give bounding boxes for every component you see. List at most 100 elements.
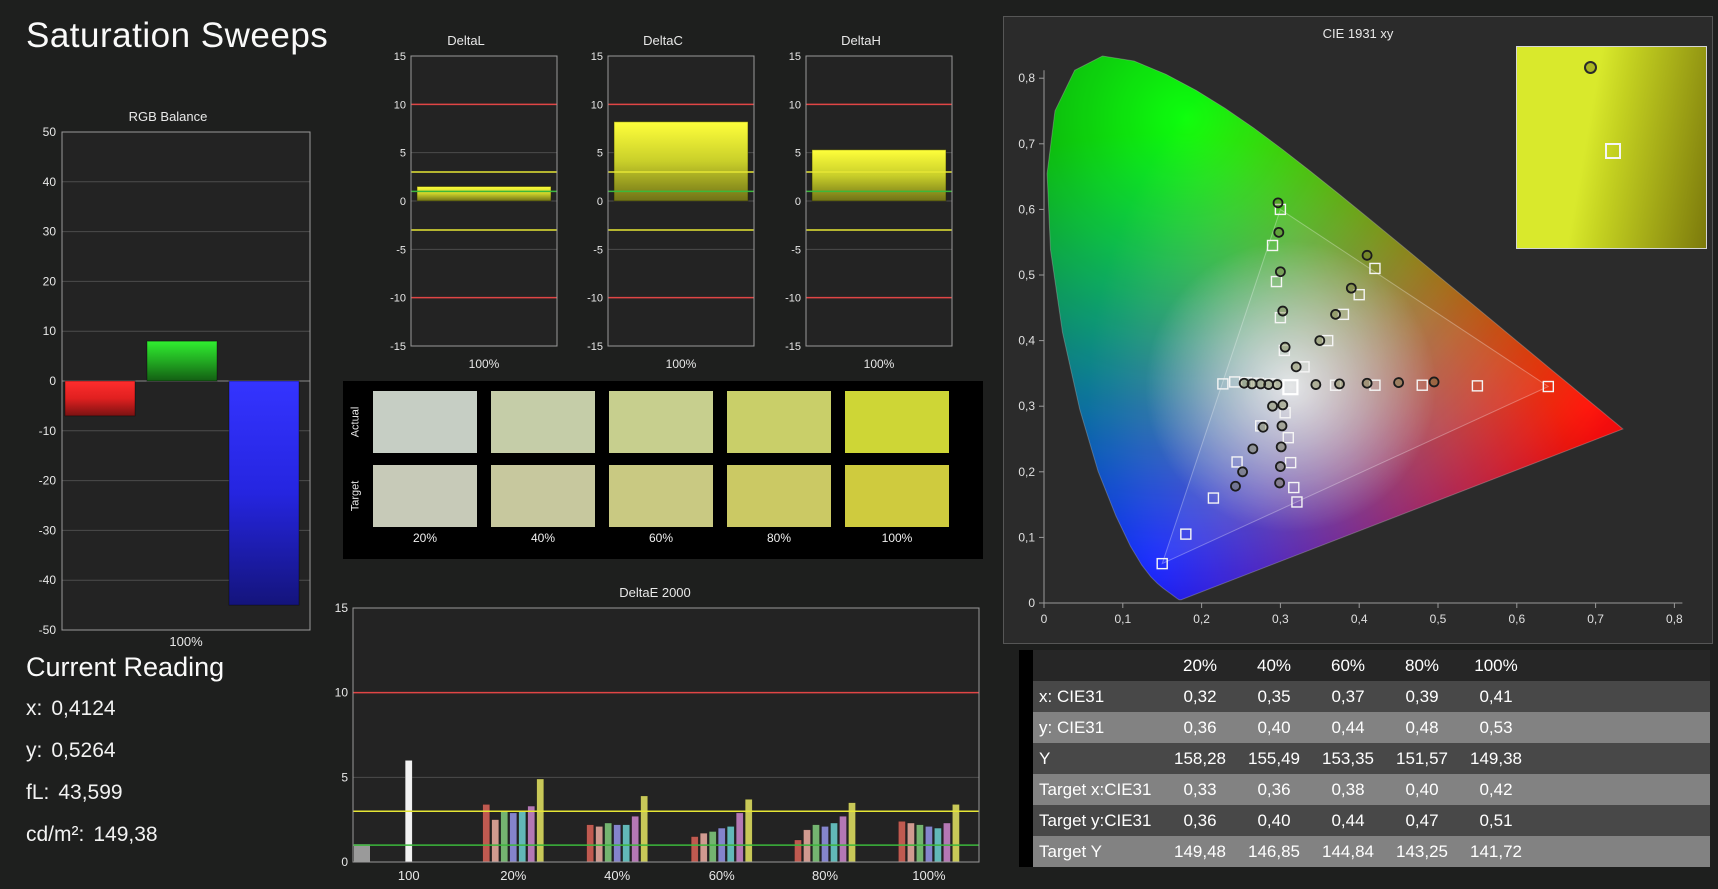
- svg-text:0,3: 0,3: [1272, 612, 1289, 626]
- measured-point: [1275, 441, 1287, 453]
- deltae-bar: [595, 826, 603, 863]
- table-cell: 155,49: [1237, 743, 1311, 774]
- rgb-balance-chart[interactable]: RGB Balance -50 -40 -30 -20 -10 0 10 20 30 40 50 10…: [18, 108, 318, 656]
- table-row-label: Target Y: [1033, 836, 1163, 867]
- svg-text:10: 10: [335, 686, 349, 700]
- swatch-actual-40%: [491, 391, 595, 453]
- svg-text:10: 10: [394, 99, 406, 111]
- reading-y: y: 0,5264: [26, 739, 116, 762]
- table-cell: 141,72: [1459, 836, 1533, 867]
- deltae-bar: [622, 824, 630, 863]
- table-col-header: 40%: [1237, 650, 1311, 681]
- measured-point: [1279, 341, 1291, 353]
- swatch-target-20%: [373, 465, 477, 527]
- table-cell: 0,48: [1385, 712, 1459, 743]
- swatch-actual-20%: [373, 391, 477, 453]
- swatch-row-label-target: Target: [349, 480, 362, 512]
- delta-h-plot: -15 -10 -5 0 5 10 15 100%: [785, 51, 953, 371]
- svg-text:-10: -10: [785, 293, 801, 305]
- svg-text:10: 10: [43, 324, 57, 338]
- svg-text:-10: -10: [390, 293, 406, 305]
- table-cell: 0,41: [1459, 681, 1533, 712]
- svg-text:100%: 100%: [666, 357, 697, 371]
- svg-text:0,2: 0,2: [1193, 612, 1210, 626]
- delta-c-chart[interactable]: DeltaC -15 -10 -5 0 5 10 15 100%: [568, 32, 758, 380]
- reading-fl: fL: 43,599: [26, 781, 123, 804]
- svg-text:0,4: 0,4: [1018, 334, 1035, 348]
- deltae-bar: [518, 810, 527, 863]
- measured-point: [1277, 305, 1289, 317]
- svg-text:60%: 60%: [709, 868, 735, 883]
- svg-text:100: 100: [398, 868, 420, 883]
- svg-text:0,5: 0,5: [1018, 268, 1035, 282]
- reading-x: x: 0,4124: [26, 697, 116, 720]
- svg-text:40%: 40%: [604, 868, 630, 883]
- svg-text:-15: -15: [587, 341, 603, 353]
- swatch-target-60%: [609, 465, 713, 527]
- measured-point: [1393, 377, 1405, 388]
- measured-point: [1237, 466, 1248, 478]
- svg-text:100%: 100%: [469, 357, 500, 371]
- table-cell: 151,57: [1385, 743, 1459, 774]
- rgb-balance-title: RGB Balance: [128, 109, 208, 124]
- table-row: y: CIE31 0,36 0,40 0,44 0,48 0,53: [1019, 712, 1710, 743]
- svg-text:-15: -15: [785, 341, 801, 353]
- svg-text:0: 0: [341, 855, 348, 869]
- svg-text:0,1: 0,1: [1114, 612, 1131, 626]
- svg-text:15: 15: [789, 51, 801, 63]
- cie-1931-chart[interactable]: 0 0,1 0,2 0,3 0,4 0,5 0,6 0,7 0,8 0 0,1 0,2 0,3 0,4 0,…: [1003, 16, 1713, 644]
- measured-point: [1310, 379, 1322, 390]
- measured-point: [1255, 378, 1267, 390]
- table-cell: 0,40: [1237, 712, 1311, 743]
- table-row-label: Y: [1033, 743, 1163, 774]
- delta-l-chart[interactable]: DeltaL -15 -10 -5 0 5 10 15 100%: [371, 32, 561, 380]
- svg-text:0: 0: [400, 196, 406, 208]
- swatch-actual-80%: [727, 391, 831, 453]
- deltae-bar: [586, 824, 594, 863]
- table-cell: 0,38: [1311, 774, 1385, 805]
- table-cell: 144,84: [1311, 836, 1385, 867]
- deltae-bar: [821, 826, 829, 863]
- measured-point: [1267, 400, 1278, 412]
- svg-text:30: 30: [43, 225, 57, 239]
- deltae-bar: [735, 812, 744, 863]
- deltae-bar: [803, 829, 811, 863]
- delta-h-bar: [811, 149, 947, 202]
- bar-blue: [228, 380, 300, 606]
- delta-l-bar: [416, 186, 552, 202]
- table-col-header: 100%: [1459, 650, 1533, 681]
- table-row-label: x: CIE31: [1033, 681, 1163, 712]
- saturation-swatch-grid[interactable]: Actual Target 20% 40% 60% 80% 100%: [343, 381, 983, 559]
- table-cell: 0,32: [1163, 681, 1237, 712]
- measured-point: [1290, 361, 1302, 373]
- svg-text:-10: -10: [587, 293, 603, 305]
- svg-text:100%: 100%: [169, 634, 203, 649]
- table-cell: 0,36: [1163, 712, 1237, 743]
- measured-point: [1314, 335, 1326, 347]
- cie-inset-zoom: [1516, 46, 1707, 249]
- measured-point: [1334, 378, 1345, 390]
- table-row: x: CIE31 0,32 0,35 0,37 0,39 0,41: [1019, 681, 1710, 712]
- table-col-header: 80%: [1385, 650, 1459, 681]
- delta-e-2000-chart[interactable]: DeltaE 2000 0 5 10 15 100 20% 40% 60% 80% 100%: [325, 584, 985, 884]
- svg-text:-5: -5: [791, 244, 801, 256]
- table-cell: 0,44: [1311, 712, 1385, 743]
- table-cell: 153,35: [1311, 743, 1385, 774]
- measured-point: [1345, 282, 1357, 294]
- delta-e-2000-title: DeltaE 2000: [619, 585, 691, 600]
- measured-point: [1277, 399, 1289, 411]
- deltae-bar: [500, 810, 509, 863]
- svg-text:5: 5: [341, 770, 348, 784]
- deltae-bar: [839, 816, 847, 863]
- delta-e-2000-plot: 0 5 10 15 100 20% 40% 60% 80% 100%: [335, 602, 980, 883]
- measured-point: [1273, 226, 1285, 238]
- measured-point: [1361, 377, 1373, 389]
- delta-h-chart[interactable]: DeltaH -15 -10 -5 0 5 10 15 100%: [766, 32, 956, 380]
- measured-point: [1428, 376, 1440, 388]
- measured-point: [1274, 461, 1286, 472]
- swatch-actual-60%: [609, 391, 713, 453]
- table-cell: 0,37: [1311, 681, 1385, 712]
- table-col-header: 20%: [1163, 650, 1237, 681]
- deltae-bar: [509, 812, 518, 863]
- svg-text:0: 0: [795, 196, 801, 208]
